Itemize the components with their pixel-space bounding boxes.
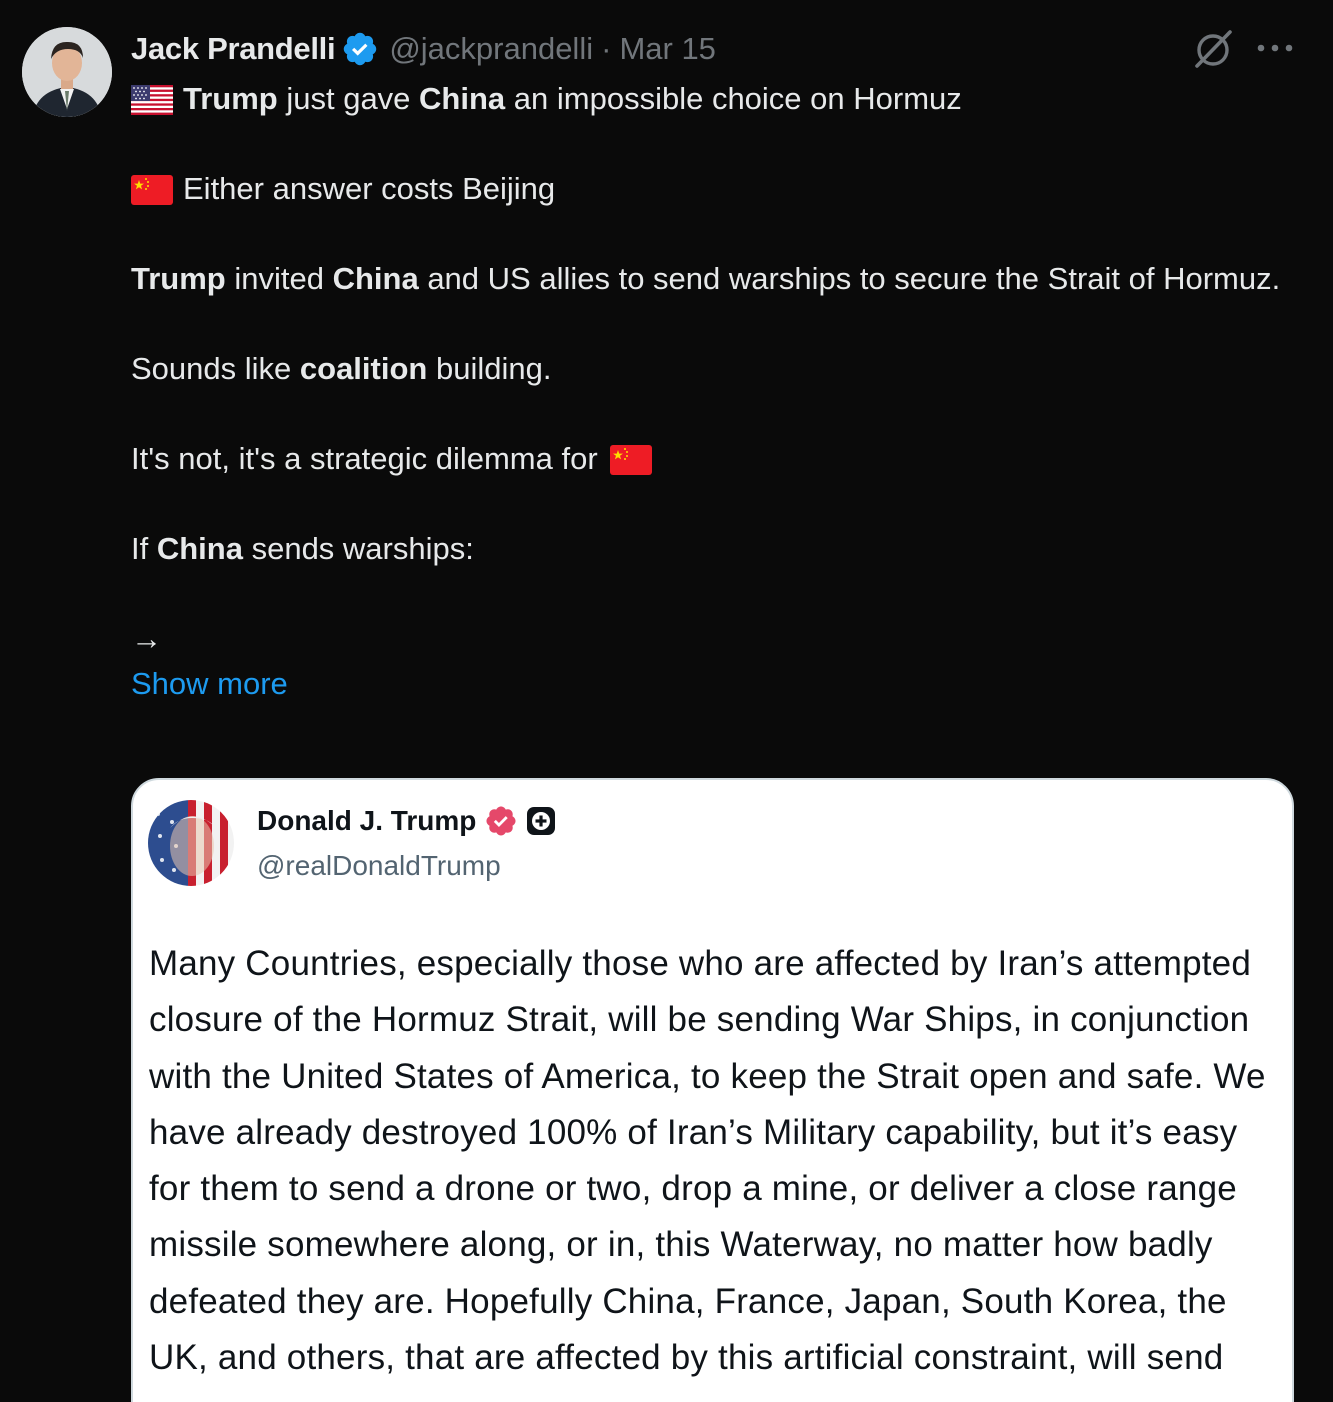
text-span: building. bbox=[427, 351, 552, 386]
china-flag-icon bbox=[610, 445, 653, 475]
post-line-4: Sounds like coalition building. bbox=[131, 346, 1301, 391]
post-date[interactable]: Mar 15 bbox=[619, 31, 715, 67]
more-options-icon[interactable] bbox=[1255, 36, 1295, 60]
post-line-1: Trump just gave China an impossible choi… bbox=[131, 76, 1301, 121]
bold-text: China bbox=[156, 531, 243, 566]
bold-text: coalition bbox=[299, 351, 428, 386]
bold-text: Trump bbox=[183, 81, 278, 116]
bold-text: Trump bbox=[131, 261, 226, 296]
post-header: Jack Prandelli @jackprandelli · Mar 15 bbox=[131, 26, 716, 72]
post-line-6: If China sends warships: bbox=[131, 526, 1301, 571]
quoted-post-card[interactable]: Donald J. Trump @realDonaldTrump Many Co… bbox=[131, 778, 1294, 1402]
text-span: sends warships: bbox=[242, 531, 474, 566]
text-span: If bbox=[131, 531, 157, 566]
text-span: Sounds like bbox=[131, 351, 300, 386]
verified-badge-icon bbox=[344, 32, 377, 66]
post-body: Trump just gave China an impossible choi… bbox=[131, 76, 1301, 706]
grok-icon[interactable] bbox=[1192, 28, 1234, 70]
text-span: Either answer costs Beijing bbox=[183, 171, 556, 206]
text-span: and US allies to send warships to secure… bbox=[418, 261, 1281, 296]
tweet[interactable]: Jack Prandelli @jackprandelli · Mar 15 T… bbox=[0, 0, 1333, 1402]
verified-badge-icon bbox=[486, 806, 516, 836]
text-span: just gave bbox=[277, 81, 420, 116]
quoted-author-row: Donald J. Trump bbox=[257, 804, 556, 838]
post-line-3: Trump invited China and US allies to sen… bbox=[131, 256, 1301, 301]
quoted-post-text: Many Countries, especially those who are… bbox=[149, 944, 1266, 1378]
author-avatar[interactable] bbox=[22, 27, 112, 117]
bold-text: China bbox=[419, 81, 506, 116]
post-line-5: It's not, it's a strategic dilemma for bbox=[131, 436, 1301, 481]
text-span: an impossible choice on Hormuz bbox=[505, 81, 962, 116]
china-flag-icon bbox=[131, 175, 173, 205]
text-span: It's not, it's a strategic dilemma for bbox=[131, 441, 598, 476]
separator-dot: · bbox=[601, 31, 612, 66]
arrow-text: → bbox=[131, 621, 162, 656]
quoted-author-handle[interactable]: @realDonaldTrump bbox=[257, 850, 501, 882]
author-name[interactable]: Jack Prandelli bbox=[131, 31, 336, 67]
show-more-link[interactable]: Show more bbox=[131, 661, 1301, 706]
plus-badge-icon bbox=[527, 807, 556, 835]
us-flag-icon bbox=[131, 85, 173, 115]
quoted-author-name[interactable]: Donald J. Trump bbox=[257, 805, 476, 837]
text-span: invited bbox=[225, 261, 333, 296]
bold-text: China bbox=[332, 261, 419, 296]
post-line-2: Either answer costs Beijing bbox=[131, 166, 1301, 211]
author-handle[interactable]: @jackprandelli bbox=[389, 31, 593, 67]
quoted-author-avatar[interactable] bbox=[148, 800, 234, 886]
